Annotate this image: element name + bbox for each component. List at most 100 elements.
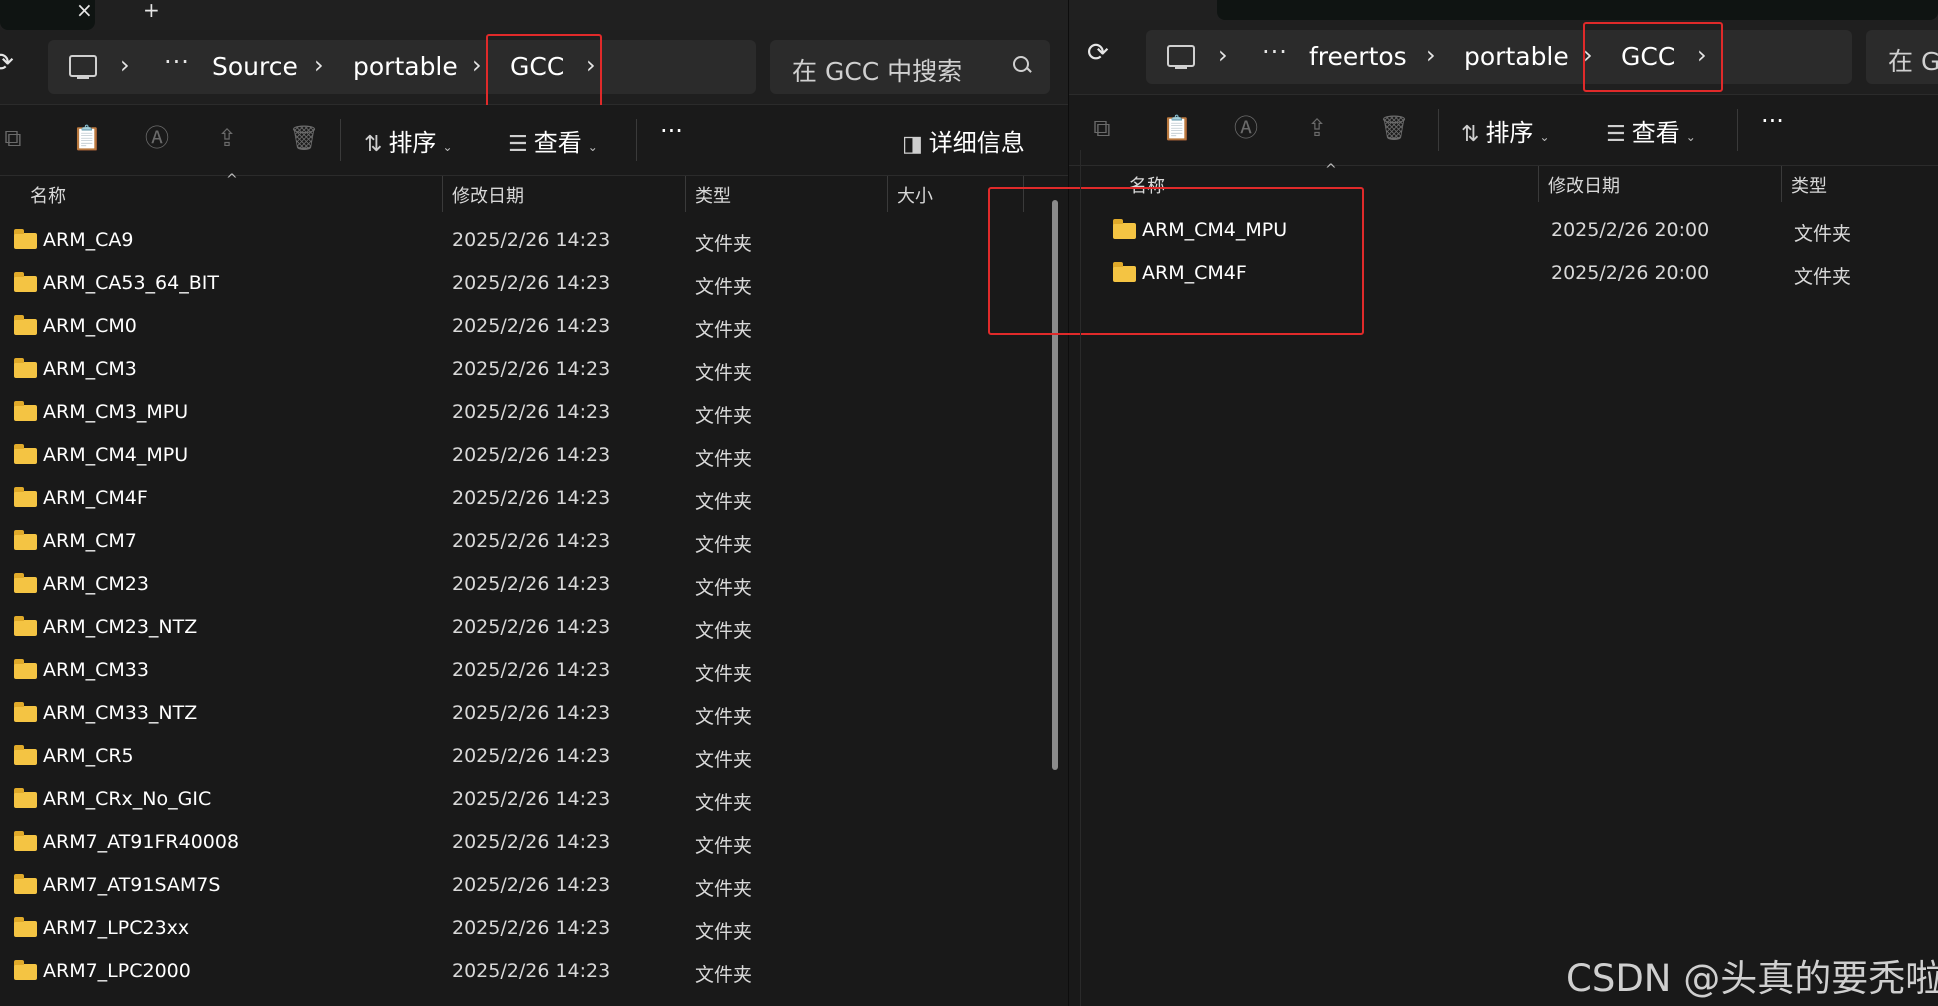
list-item[interactable]: ARM_CM33_NTZ 2025/2/26 14:23 文件夹: [0, 693, 1068, 736]
rename-icon[interactable]: Ⓐ: [145, 125, 169, 151]
more-options-button[interactable]: ···: [660, 117, 683, 145]
chevron-right-icon[interactable]: ›: [1218, 41, 1228, 69]
more-options-button[interactable]: ···: [1761, 107, 1784, 135]
column-divider[interactable]: [1781, 166, 1782, 202]
file-type: 文件夹: [695, 319, 753, 341]
folder-icon: [14, 960, 37, 980]
column-name[interactable]: 名称: [30, 182, 66, 208]
list-item[interactable]: ARM7_AT91FR40008 2025/2/26 14:23 文件夹: [0, 822, 1068, 865]
delete-icon[interactable]: 🗑: [1379, 115, 1409, 141]
pc-icon[interactable]: [69, 55, 97, 79]
chevron-right-icon[interactable]: ›: [1426, 41, 1436, 69]
chevron-right-icon[interactable]: ›: [314, 51, 324, 79]
file-date: 2025/2/26 14:23: [452, 358, 611, 380]
search-icon[interactable]: [1013, 56, 1029, 72]
list-item[interactable]: ARM_CA9 2025/2/26 14:23 文件夹: [0, 220, 1068, 263]
chevron-down-icon: ⌄: [1539, 130, 1550, 144]
column-date[interactable]: 修改日期: [452, 182, 524, 208]
sort-button[interactable]: ⇅ 排序 ⌄: [364, 123, 453, 158]
file-date: 2025/2/26 14:23: [452, 229, 611, 251]
folder-icon: [14, 831, 37, 851]
new-tab-button[interactable]: +: [143, 0, 160, 20]
column-divider[interactable]: [685, 176, 686, 212]
list-item[interactable]: ARM_CR5 2025/2/26 14:23 文件夹: [0, 736, 1068, 779]
view-button[interactable]: ☰ 查看 ⌄: [508, 123, 598, 158]
file-type: 文件夹: [695, 534, 753, 556]
list-item[interactable]: ARM_CM33 2025/2/26 14:23 文件夹: [0, 650, 1068, 693]
breadcrumb-item-portable[interactable]: portable: [353, 52, 458, 81]
toolbar-divider: [340, 119, 341, 161]
folder-icon: [14, 702, 37, 722]
list-item[interactable]: ARM_CM4_MPU 2025/2/26 14:23 文件夹: [0, 435, 1068, 478]
refresh-icon[interactable]: ⟳: [0, 48, 14, 78]
file-date: 2025/2/26 14:23: [452, 530, 611, 552]
file-name: ARM_CA53_64_BIT: [43, 272, 219, 294]
column-type[interactable]: 类型: [1791, 172, 1827, 198]
list-item[interactable]: ARM_CRx_No_GIC 2025/2/26 14:23 文件夹: [0, 779, 1068, 822]
list-item[interactable]: ARM_CM0 2025/2/26 14:23 文件夹: [0, 306, 1068, 349]
refresh-icon[interactable]: ⟳: [1087, 38, 1109, 68]
list-item[interactable]: ARM_CM3 2025/2/26 14:23 文件夹: [0, 349, 1068, 392]
column-type[interactable]: 类型: [695, 182, 731, 208]
breadcrumb[interactable]: › ··· Source › portable › GCC ›: [48, 40, 756, 94]
file-type: 文件夹: [695, 792, 753, 814]
breadcrumb-item-freertos[interactable]: freertos: [1309, 42, 1407, 71]
sort-label: 排序: [1485, 119, 1534, 147]
file-name: ARM_CM4_MPU: [43, 444, 189, 466]
folder-icon: [14, 530, 37, 550]
file-type: 文件夹: [695, 448, 753, 470]
more-crumbs-button[interactable]: ···: [1262, 38, 1288, 66]
list-item[interactable]: ARM7_AT91SAM7S 2025/2/26 14:23 文件夹: [0, 865, 1068, 908]
tab-close-icon[interactable]: ×: [76, 0, 93, 20]
list-item[interactable]: ARM_CM7 2025/2/26 14:23 文件夹: [0, 521, 1068, 564]
file-date: 2025/2/26 14:23: [452, 315, 611, 337]
breadcrumb-item-portable[interactable]: portable: [1464, 42, 1569, 71]
rename-icon[interactable]: Ⓐ: [1234, 115, 1258, 141]
breadcrumb[interactable]: › ··· freertos › portable › GCC ›: [1146, 30, 1852, 84]
breadcrumb-item-source[interactable]: Source: [212, 52, 298, 81]
pc-icon[interactable]: [1167, 45, 1195, 69]
file-type: 文件夹: [695, 835, 753, 857]
file-date: 2025/2/26 14:23: [452, 702, 611, 724]
list-item[interactable]: ARM_CM23 2025/2/26 14:23 文件夹: [0, 564, 1068, 607]
sort-icon: ⇅: [364, 132, 383, 157]
chevron-right-icon[interactable]: ›: [120, 51, 130, 79]
sort-label: 排序: [388, 129, 437, 157]
column-divider[interactable]: [887, 176, 888, 212]
copy-icon[interactable]: ⧉: [1091, 115, 1113, 141]
folder-icon: [14, 315, 37, 335]
paste-icon[interactable]: 📋: [72, 125, 102, 151]
copy-icon[interactable]: ⧉: [2, 125, 24, 151]
view-label: 查看: [1631, 119, 1680, 147]
search-input[interactable]: 在 GCC 中搜索: [770, 40, 1050, 94]
view-label: 查看: [533, 129, 582, 157]
sort-button[interactable]: ⇅ 排序 ⌄: [1461, 113, 1550, 148]
list-item[interactable]: ARM_CA53_64_BIT 2025/2/26 14:23 文件夹: [0, 263, 1068, 306]
delete-icon[interactable]: 🗑: [289, 125, 319, 151]
chevron-right-icon[interactable]: ›: [472, 51, 482, 79]
search-input[interactable]: 在 G: [1866, 30, 1938, 84]
folder-icon: [14, 487, 37, 507]
file-name: ARM7_AT91FR40008: [43, 831, 240, 853]
share-icon[interactable]: ⇪: [1306, 115, 1328, 141]
column-date[interactable]: 修改日期: [1548, 172, 1620, 198]
list-item[interactable]: ARM7_LPC2000 2025/2/26 14:23 文件夹: [0, 951, 1068, 994]
tab-current[interactable]: [1217, 0, 1938, 20]
more-crumbs-button[interactable]: ···: [164, 48, 190, 76]
share-icon[interactable]: ⇪: [216, 125, 238, 151]
column-divider[interactable]: [442, 176, 443, 212]
list-item[interactable]: ARM7_LPC23xx 2025/2/26 14:23 文件夹: [0, 908, 1068, 951]
highlight-box: [1583, 22, 1723, 92]
list-item[interactable]: ARM_CM4F 2025/2/26 14:23 文件夹: [0, 478, 1068, 521]
column-divider[interactable]: [1538, 166, 1539, 202]
column-size[interactable]: 大小: [897, 182, 933, 208]
list-item[interactable]: ARM_CM23_NTZ 2025/2/26 14:23 文件夹: [0, 607, 1068, 650]
file-type: 文件夹: [695, 577, 753, 599]
view-button[interactable]: ☰ 查看 ⌄: [1606, 113, 1696, 148]
address-bar: ⟳ › ··· freertos › portable › GCC › 在 G: [1069, 20, 1938, 95]
tab-current[interactable]: ×: [0, 0, 95, 30]
details-pane-button[interactable]: ◨ 详细信息: [902, 123, 1025, 158]
list-item[interactable]: ARM_CM3_MPU 2025/2/26 14:23 文件夹: [0, 392, 1068, 435]
file-name: ARM7_LPC2000: [43, 960, 191, 982]
paste-icon[interactable]: 📋: [1162, 115, 1192, 141]
